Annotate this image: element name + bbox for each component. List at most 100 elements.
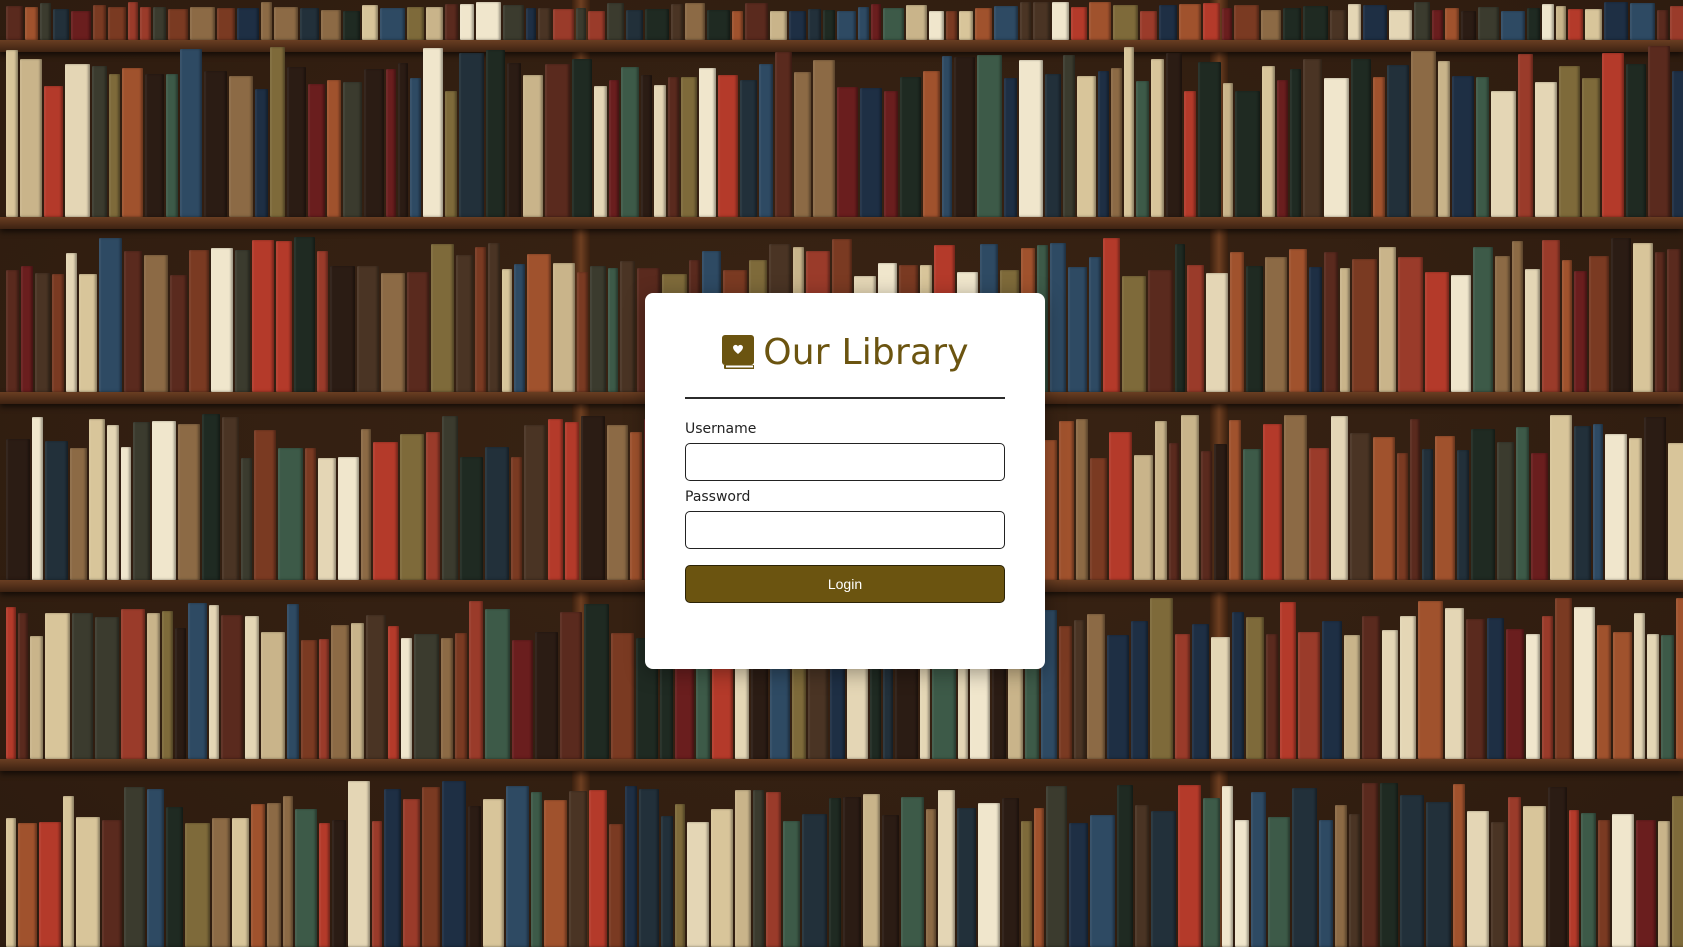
book-spine xyxy=(330,266,355,392)
book-spine xyxy=(1107,635,1129,759)
book-row xyxy=(0,0,1683,40)
book-spine xyxy=(166,807,183,947)
book-spine xyxy=(1487,618,1504,759)
book-spine xyxy=(1324,252,1338,392)
book-spine xyxy=(926,809,936,947)
book-spine xyxy=(1230,252,1244,392)
book-spine xyxy=(1159,5,1177,40)
book-spine xyxy=(245,616,259,759)
book-spine xyxy=(1335,805,1347,947)
book-spine xyxy=(770,11,787,40)
book-spine xyxy=(1352,259,1377,392)
book-spine xyxy=(361,429,371,580)
book-spine xyxy=(483,799,504,947)
book-spine xyxy=(1550,415,1572,580)
book-spine xyxy=(1501,11,1525,40)
book-spine xyxy=(1184,91,1196,217)
book-spine xyxy=(469,601,483,759)
book-spine xyxy=(1451,275,1471,392)
book-spine xyxy=(1432,10,1443,40)
book-spine xyxy=(1223,83,1233,217)
book-spine xyxy=(1150,598,1173,759)
book-spine xyxy=(140,7,151,40)
book-spine xyxy=(1131,621,1148,759)
book-spine xyxy=(128,2,138,40)
book-spine xyxy=(133,422,150,580)
book-spine xyxy=(1527,8,1540,40)
book-spine xyxy=(25,7,38,40)
book-spine xyxy=(400,434,424,580)
book-spine xyxy=(1362,783,1378,947)
book-spine xyxy=(1593,424,1603,580)
book-spine xyxy=(1461,11,1476,40)
book-spine xyxy=(426,7,443,40)
book-spine xyxy=(1445,608,1464,759)
book-spine xyxy=(153,7,166,40)
password-input[interactable] xyxy=(685,511,1005,549)
book-spine xyxy=(121,447,131,580)
book-spine xyxy=(351,623,364,759)
book-spine xyxy=(681,77,697,217)
book-spine xyxy=(45,613,70,759)
password-label: Password xyxy=(685,489,751,505)
book-spine xyxy=(1140,11,1157,40)
book-spine xyxy=(422,787,440,947)
book-spine xyxy=(1148,270,1173,392)
login-button[interactable]: Login xyxy=(685,565,1005,603)
book-spine xyxy=(1090,815,1115,947)
book-spine xyxy=(1471,429,1495,580)
book-spine xyxy=(1076,419,1088,580)
book-spine xyxy=(278,448,303,580)
book-spine xyxy=(407,272,429,392)
book-spine xyxy=(217,8,235,40)
book-spine xyxy=(1523,806,1546,947)
book-spine xyxy=(1400,616,1416,759)
book-spine xyxy=(410,78,421,217)
book-spine xyxy=(553,9,574,40)
book-spine xyxy=(1265,257,1287,392)
book-spine xyxy=(287,604,299,759)
book-spine xyxy=(30,636,43,759)
book-spine xyxy=(1309,448,1329,580)
book-spine xyxy=(357,266,379,392)
book-spine xyxy=(858,7,869,40)
book-spine xyxy=(1613,632,1632,759)
book-spine xyxy=(414,634,439,759)
book-spine xyxy=(362,5,378,40)
book-spine xyxy=(1203,798,1220,947)
book-spine xyxy=(190,7,215,40)
book-spine xyxy=(1087,614,1105,759)
book-spine xyxy=(1004,78,1017,217)
book-spine xyxy=(1611,238,1631,392)
book-spine xyxy=(398,63,408,217)
username-input[interactable] xyxy=(685,443,1005,481)
book-spine xyxy=(1382,630,1398,759)
book-spine xyxy=(1198,62,1221,217)
book-spine xyxy=(180,49,202,217)
book-spine xyxy=(581,416,605,580)
book-spine xyxy=(39,822,61,947)
book-spine xyxy=(1303,6,1328,40)
book-spine xyxy=(1495,256,1510,392)
book-spine xyxy=(1647,634,1659,759)
book-spine xyxy=(175,628,186,759)
book-spine xyxy=(553,263,575,392)
book-spine xyxy=(89,419,105,580)
book-spine xyxy=(384,789,401,947)
book-spine xyxy=(1411,51,1436,217)
book-spine xyxy=(531,792,542,947)
book-spine xyxy=(319,639,329,759)
book-spine xyxy=(44,86,63,217)
book-spine xyxy=(863,794,880,947)
book-spine xyxy=(170,275,187,392)
book-spine xyxy=(1589,256,1609,392)
book-spine xyxy=(1344,635,1360,759)
book-spine xyxy=(1629,438,1642,580)
book-spine xyxy=(1516,427,1529,580)
book-spine xyxy=(687,822,709,947)
book-spine xyxy=(102,820,122,947)
book-spine xyxy=(122,68,143,217)
book-spine xyxy=(625,786,637,947)
book-spine xyxy=(423,48,443,217)
book-spine xyxy=(1175,634,1190,759)
